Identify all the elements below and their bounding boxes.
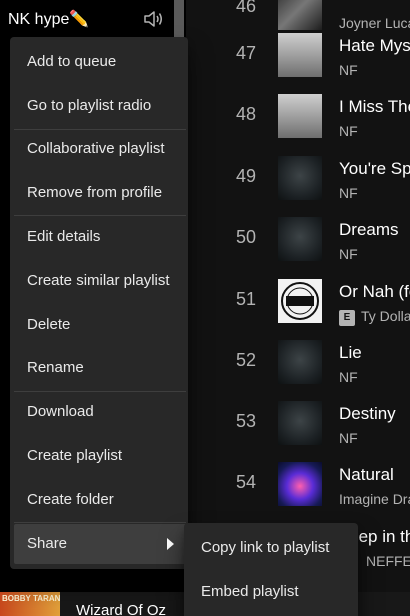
- playlist-title[interactable]: NK hype✏️: [8, 9, 89, 29]
- share-submenu: Copy link to playlist Embed playlist: [184, 523, 358, 616]
- menu-create-similar-playlist[interactable]: Create similar playlist: [14, 261, 186, 301]
- track-title[interactable]: Destiny: [339, 404, 396, 424]
- track-title[interactable]: Lie: [339, 343, 362, 363]
- track-artist[interactable]: NF: [339, 369, 358, 385]
- track-number: 47: [235, 43, 257, 63]
- track-number: 49: [235, 166, 257, 186]
- track-artist[interactable]: NF: [339, 62, 358, 78]
- menu-separator: [14, 522, 186, 523]
- track-artwork: [278, 156, 322, 200]
- track-artist[interactable]: NF: [339, 123, 358, 139]
- track-number: 52: [235, 350, 257, 370]
- track-number: 48: [235, 104, 257, 124]
- track-artwork: [278, 217, 322, 261]
- track-number: 51: [235, 289, 257, 309]
- menu-remove-from-profile[interactable]: Remove from profile: [14, 173, 186, 213]
- track-artwork: [278, 340, 322, 384]
- track-row[interactable]: 49 You're Special NF: [186, 148, 410, 209]
- menu-separator: [14, 215, 186, 216]
- track-artwork: [278, 94, 322, 138]
- track-title[interactable]: You're Special: [339, 159, 410, 179]
- menu-delete[interactable]: Delete: [14, 305, 186, 345]
- menu-collaborative-playlist[interactable]: Collaborative playlist: [14, 129, 186, 169]
- menu-embed-playlist[interactable]: Embed playlist: [188, 572, 354, 612]
- track-row[interactable]: 52 Lie NF: [186, 332, 410, 393]
- track-artwork: [278, 401, 322, 445]
- menu-create-playlist[interactable]: Create playlist: [14, 436, 186, 476]
- track-artist[interactable]: NF: [339, 246, 358, 262]
- track-artwork: [278, 462, 322, 506]
- menu-add-to-queue[interactable]: Add to queue: [14, 42, 186, 82]
- track-title[interactable]: Natural: [339, 465, 394, 485]
- now-playing-cover[interactable]: BOBBY TARANTINO II: [0, 592, 60, 616]
- sidebar-scrollbar[interactable]: [174, 0, 184, 40]
- chevron-right-icon: [167, 538, 174, 550]
- menu-create-folder[interactable]: Create folder: [14, 480, 186, 520]
- menu-copy-link-to-playlist[interactable]: Copy link to playlist: [188, 528, 354, 568]
- menu-share[interactable]: Share: [14, 524, 186, 564]
- track-artist[interactable]: NEFFEX: [366, 553, 410, 569]
- track-number: 54: [235, 472, 257, 492]
- track-title[interactable]: Or Nah (feat.: [339, 282, 410, 302]
- track-row[interactable]: 47 Hate Myself NF: [186, 25, 410, 86]
- menu-download[interactable]: Download: [14, 392, 186, 432]
- track-title[interactable]: I Miss The Days: [339, 97, 410, 117]
- track-row[interactable]: 50 Dreams NF: [186, 209, 410, 270]
- track-row[interactable]: 53 Destiny NF: [186, 393, 410, 454]
- cover-text: BOBBY TARANTINO II: [2, 594, 60, 603]
- track-artist-name[interactable]: Ty Dolla $ign: [361, 308, 410, 324]
- track-artist[interactable]: E Ty Dolla $ign: [339, 308, 410, 326]
- now-playing-title[interactable]: Wizard Of Oz: [76, 602, 166, 616]
- or-nah-logo: [281, 282, 319, 320]
- track-title[interactable]: Hate Myself: [339, 36, 410, 56]
- menu-rename[interactable]: Rename: [14, 348, 186, 388]
- track-row[interactable]: 51 Or Nah (feat. E Ty Dolla $ign: [186, 271, 410, 332]
- track-row[interactable]: 54 Natural Imagine Dragons: [186, 454, 410, 515]
- menu-share-label: Share: [27, 535, 68, 552]
- track-artist[interactable]: NF: [339, 430, 358, 446]
- explicit-badge: E: [339, 310, 355, 326]
- track-title[interactable]: Dreams: [339, 220, 399, 240]
- track-artist[interactable]: NF: [339, 185, 358, 201]
- sidebar-header: NK hype✏️: [0, 0, 186, 38]
- menu-edit-details[interactable]: Edit details: [14, 217, 186, 257]
- context-menu: Add to queue Go to playlist radio Collab…: [10, 37, 188, 569]
- track-artwork: [278, 33, 322, 77]
- track-artist[interactable]: Imagine Dragons: [339, 491, 410, 507]
- speaker-icon[interactable]: [143, 10, 163, 28]
- track-row[interactable]: 48 I Miss The Days NF: [186, 86, 410, 147]
- track-artwork: [278, 279, 322, 323]
- track-number: 53: [235, 411, 257, 431]
- track-number: 50: [235, 227, 257, 247]
- track-number: 46: [235, 0, 257, 16]
- menu-go-to-playlist-radio[interactable]: Go to playlist radio: [14, 86, 186, 126]
